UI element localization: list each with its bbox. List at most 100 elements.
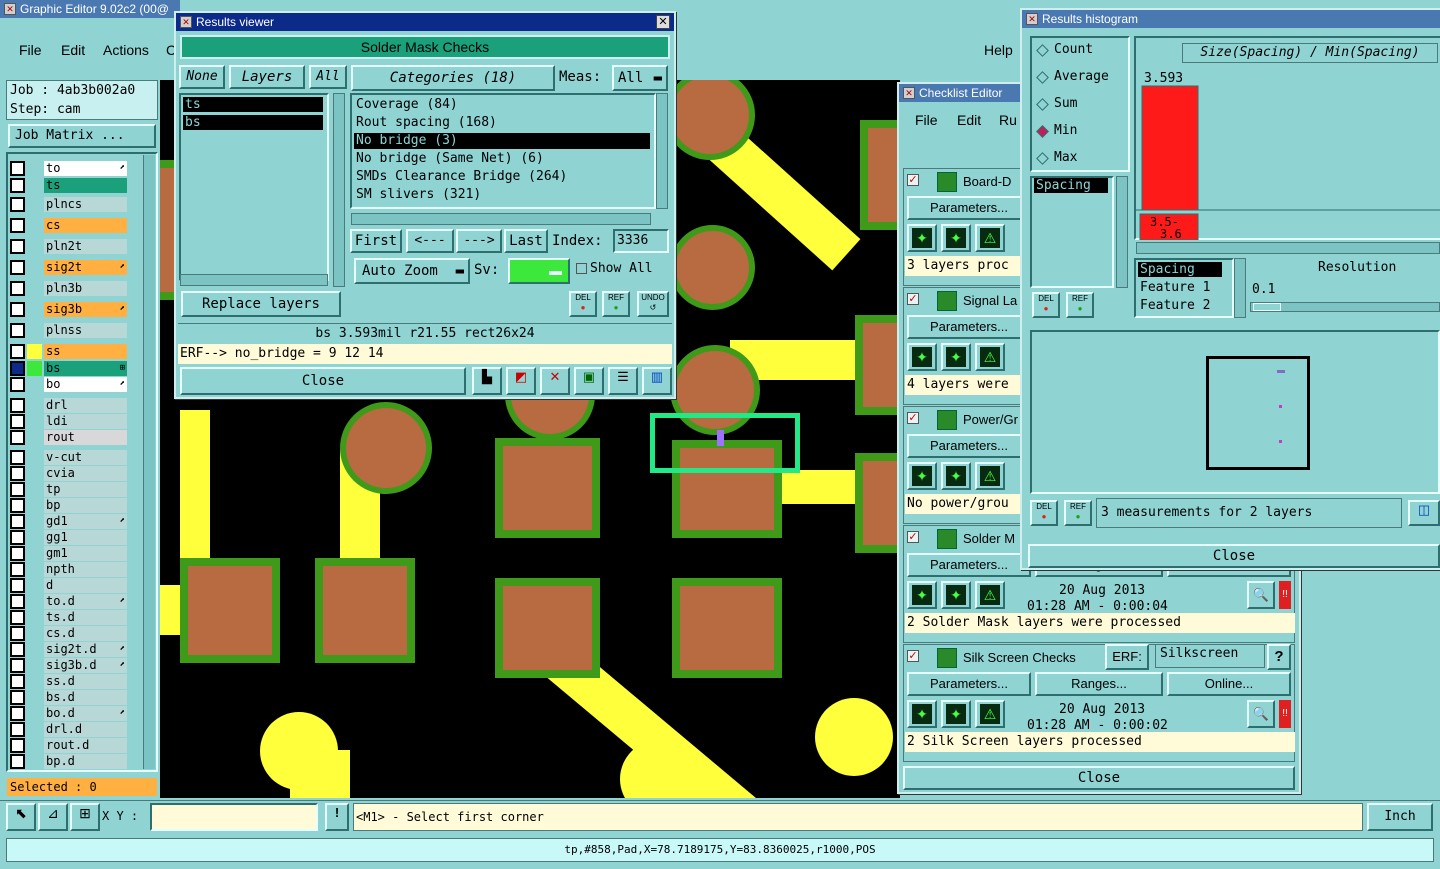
preview-ref-button[interactable]: REF ● [1064, 500, 1092, 526]
layer-affected-swatch[interactable] [27, 344, 42, 359]
layer-checkbox[interactable] [10, 498, 25, 513]
histogram-hscroll[interactable] [1136, 242, 1440, 254]
categories-button[interactable]: Categories (18) [351, 65, 555, 91]
layer-row[interactable]: gm1 [10, 546, 127, 561]
layer-row[interactable]: rout [10, 430, 127, 445]
tool-button[interactable]: ▣ [574, 367, 604, 395]
run-button[interactable]: ⚠ [975, 462, 1005, 490]
replace-layers-button[interactable]: Replace layers [181, 291, 341, 317]
run-button[interactable]: ⚠ [975, 343, 1005, 371]
layer-checkbox[interactable] [10, 706, 25, 721]
layer-row[interactable]: bp.d [10, 754, 127, 769]
run-button[interactable]: ✦ [941, 581, 971, 609]
layer-row[interactable]: drl.d [10, 722, 127, 737]
layer-row[interactable]: bs ⊞ [10, 361, 127, 376]
next-button[interactable]: ---> [456, 229, 502, 253]
layer-affected-swatch[interactable] [27, 281, 42, 296]
layer-row[interactable]: npth [10, 562, 127, 577]
layer-checkbox[interactable] [10, 674, 25, 689]
histogram-close-button[interactable]: Close [1028, 544, 1440, 568]
index-input[interactable]: 3336 [613, 229, 669, 253]
left-measure-scroll[interactable] [1116, 176, 1128, 288]
run-button[interactable]: ✦ [907, 581, 937, 609]
results-close-button[interactable]: Close [180, 367, 466, 395]
layer-row[interactable]: sig2t.d ⬈ [10, 642, 127, 657]
tool-button[interactable]: ✕ [540, 367, 570, 395]
first-button[interactable]: First [350, 229, 402, 253]
histogram-button[interactable]: ▥ [642, 367, 672, 395]
zoom-results-button[interactable]: 🔍 [1247, 581, 1275, 609]
layer-row[interactable]: sig3b.d ⬈ [10, 658, 127, 673]
layer-affected-swatch[interactable] [27, 514, 42, 529]
layer-row[interactable]: ss.d [10, 674, 127, 689]
tool-button[interactable]: ☰ [608, 367, 638, 395]
parameters-button[interactable]: Parameters... [907, 672, 1031, 696]
show-all-checkbox[interactable] [576, 263, 587, 274]
layer-affected-swatch[interactable] [27, 546, 42, 561]
layer-affected-swatch[interactable] [27, 260, 42, 275]
category-item[interactable]: Rout spacing (168) [354, 115, 650, 131]
undo-button[interactable]: UNDO ↺ [637, 291, 669, 317]
run-button[interactable]: ✦ [941, 343, 971, 371]
resolution-slider[interactable] [1250, 302, 1440, 312]
layer-affected-swatch[interactable] [27, 430, 42, 445]
checklist-item-checkbox[interactable]: ✓ [907, 531, 919, 543]
layer-checkbox[interactable] [10, 323, 25, 338]
parameters-button[interactable]: Parameters... [907, 196, 1031, 220]
layer-row[interactable]: pln2t [10, 239, 127, 254]
checklist-close-button[interactable]: Close [903, 766, 1295, 790]
menu-file[interactable]: File [19, 42, 42, 58]
result-layer-item[interactable]: bs [183, 115, 323, 130]
layer-checkbox[interactable] [10, 466, 25, 481]
job-matrix-button[interactable]: Job Matrix ... [8, 124, 156, 148]
layer-row[interactable]: sig3b ⬈ [10, 302, 127, 317]
pointer-tool-button[interactable]: ⬉ [6, 803, 36, 831]
zoom-tool-button[interactable]: ⊿ [38, 803, 68, 831]
layer-row[interactable]: ts [10, 178, 127, 193]
mode-radio[interactable]: Min [1036, 123, 1126, 143]
layer-checkbox[interactable] [10, 690, 25, 705]
layer-checkbox[interactable] [10, 482, 25, 497]
all-layers-button[interactable]: All [309, 65, 347, 89]
histogram-title-bar[interactable]: ✕ Results histogram [1022, 10, 1440, 28]
layer-checkbox[interactable] [10, 197, 25, 212]
layer-affected-swatch[interactable] [27, 482, 42, 497]
layers-hscroll[interactable] [180, 274, 328, 286]
warning-button[interactable]: ! [325, 803, 349, 831]
layer-affected-swatch[interactable] [27, 738, 42, 753]
left-measure-item[interactable]: Spacing [1034, 178, 1108, 193]
results-viewer-title-bar[interactable]: ✕ Results viewer ✕ [176, 13, 674, 31]
checklist-menu-file[interactable]: File [915, 112, 938, 128]
layer-affected-swatch[interactable] [27, 594, 42, 609]
layer-checkbox[interactable] [10, 594, 25, 609]
layer-checkbox[interactable] [10, 178, 25, 193]
layer-checkbox[interactable] [10, 398, 25, 413]
run-button[interactable]: ✦ [907, 224, 937, 252]
layer-checkbox[interactable] [10, 530, 25, 545]
layer-affected-swatch[interactable] [27, 450, 42, 465]
layer-row[interactable]: pln3b [10, 281, 127, 296]
layer-row[interactable]: to.d ⬈ [10, 594, 127, 609]
run-button[interactable]: ✦ [907, 343, 937, 371]
run-button[interactable]: ✦ [941, 224, 971, 252]
layer-checkbox[interactable] [10, 281, 25, 296]
layer-row[interactable]: cvia [10, 466, 127, 481]
layer-checkbox[interactable] [10, 361, 25, 376]
layer-affected-swatch[interactable] [27, 626, 42, 641]
category-item[interactable]: SMDs Clearance Bridge (264) [354, 169, 650, 185]
layer-row[interactable]: gg1 [10, 530, 127, 545]
category-item[interactable]: Coverage (84) [354, 97, 650, 113]
layers-vscroll[interactable] [333, 93, 345, 287]
zoom-results-button[interactable]: 🔍 [1247, 700, 1275, 728]
layer-checkbox[interactable] [10, 626, 25, 641]
layer-affected-swatch[interactable] [27, 197, 42, 212]
help-button[interactable]: ? [1267, 644, 1291, 670]
parameters-button[interactable]: Parameters... [907, 434, 1031, 458]
layer-affected-swatch[interactable] [27, 610, 42, 625]
layer-checkbox[interactable] [10, 562, 25, 577]
run-button[interactable]: ✦ [907, 462, 937, 490]
layer-row[interactable]: ss [10, 344, 127, 359]
layer-affected-swatch[interactable] [27, 466, 42, 481]
checklist-item-checkbox[interactable]: ✓ [907, 293, 919, 305]
units-button[interactable]: Inch [1367, 803, 1433, 831]
